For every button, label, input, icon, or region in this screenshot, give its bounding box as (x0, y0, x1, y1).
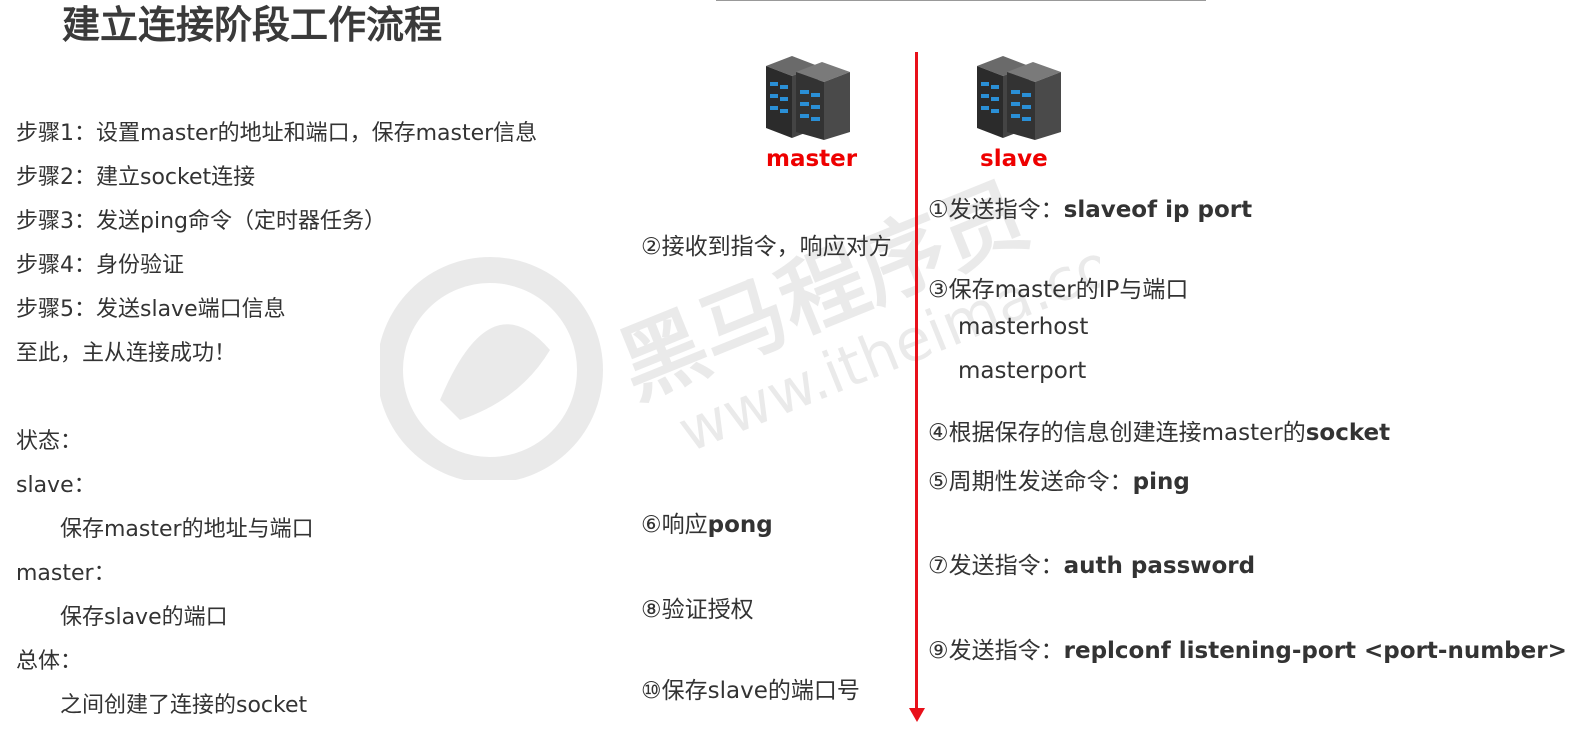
state-master-label: master： (16, 561, 116, 586)
state-overall-label: 总体： (16, 649, 83, 674)
message-6: ⑥响应pong (641, 512, 773, 538)
message-4: ④根据保存的信息创建连接master的socket (928, 420, 1391, 446)
message-1: ①发送指令：slaveof ip port (928, 197, 1253, 223)
message-3-port: masterport (958, 358, 1087, 384)
steps-panel: 步骤1：设置master的地址和端口，保存master信息 步骤2：建立sock… (16, 118, 537, 734)
server-icon (977, 56, 1061, 140)
master-label: master (766, 146, 858, 172)
message-8: ⑧验证授权 (641, 597, 754, 623)
step-1: 步骤1：设置master的地址和端口，保存master信息 (16, 121, 538, 146)
state-master-detail: 保存slave的端口 (60, 605, 228, 630)
state-overall-detail: 之间创建了连接的socket (60, 693, 308, 718)
timeline-arrowhead (909, 708, 925, 722)
slave-label: slave (980, 146, 1048, 172)
step-2: 步骤2：建立socket连接 (16, 165, 256, 190)
message-10: ⑩保存slave的端口号 (641, 678, 860, 704)
state-slave-label: slave： (16, 473, 96, 498)
message-2: ②接收到指令，响应对方 (641, 234, 892, 260)
message-5: ⑤周期性发送命令：ping (928, 469, 1190, 495)
top-divider (716, 0, 1206, 1)
server-icon (766, 56, 850, 140)
step-3: 步骤3：发送ping命令（定时器任务） (16, 209, 386, 234)
state-heading: 状态： (16, 429, 83, 454)
message-9: ⑨发送指令：replconf listening-port <port-numb… (928, 638, 1567, 664)
message-3: ③保存master的IP与端口 (928, 277, 1189, 303)
page-title: 建立连接阶段工作流程 (62, 3, 443, 47)
message-7: ⑦发送指令：auth password (928, 553, 1256, 579)
step-4: 步骤4：身份验证 (16, 253, 184, 278)
message-3-host: masterhost (958, 314, 1089, 340)
step-5: 步骤5：发送slave端口信息 (16, 297, 286, 322)
step-done: 至此，主从连接成功！ (16, 341, 237, 366)
state-slave-detail: 保存master的地址与端口 (60, 517, 314, 542)
timeline-axis (915, 52, 918, 715)
